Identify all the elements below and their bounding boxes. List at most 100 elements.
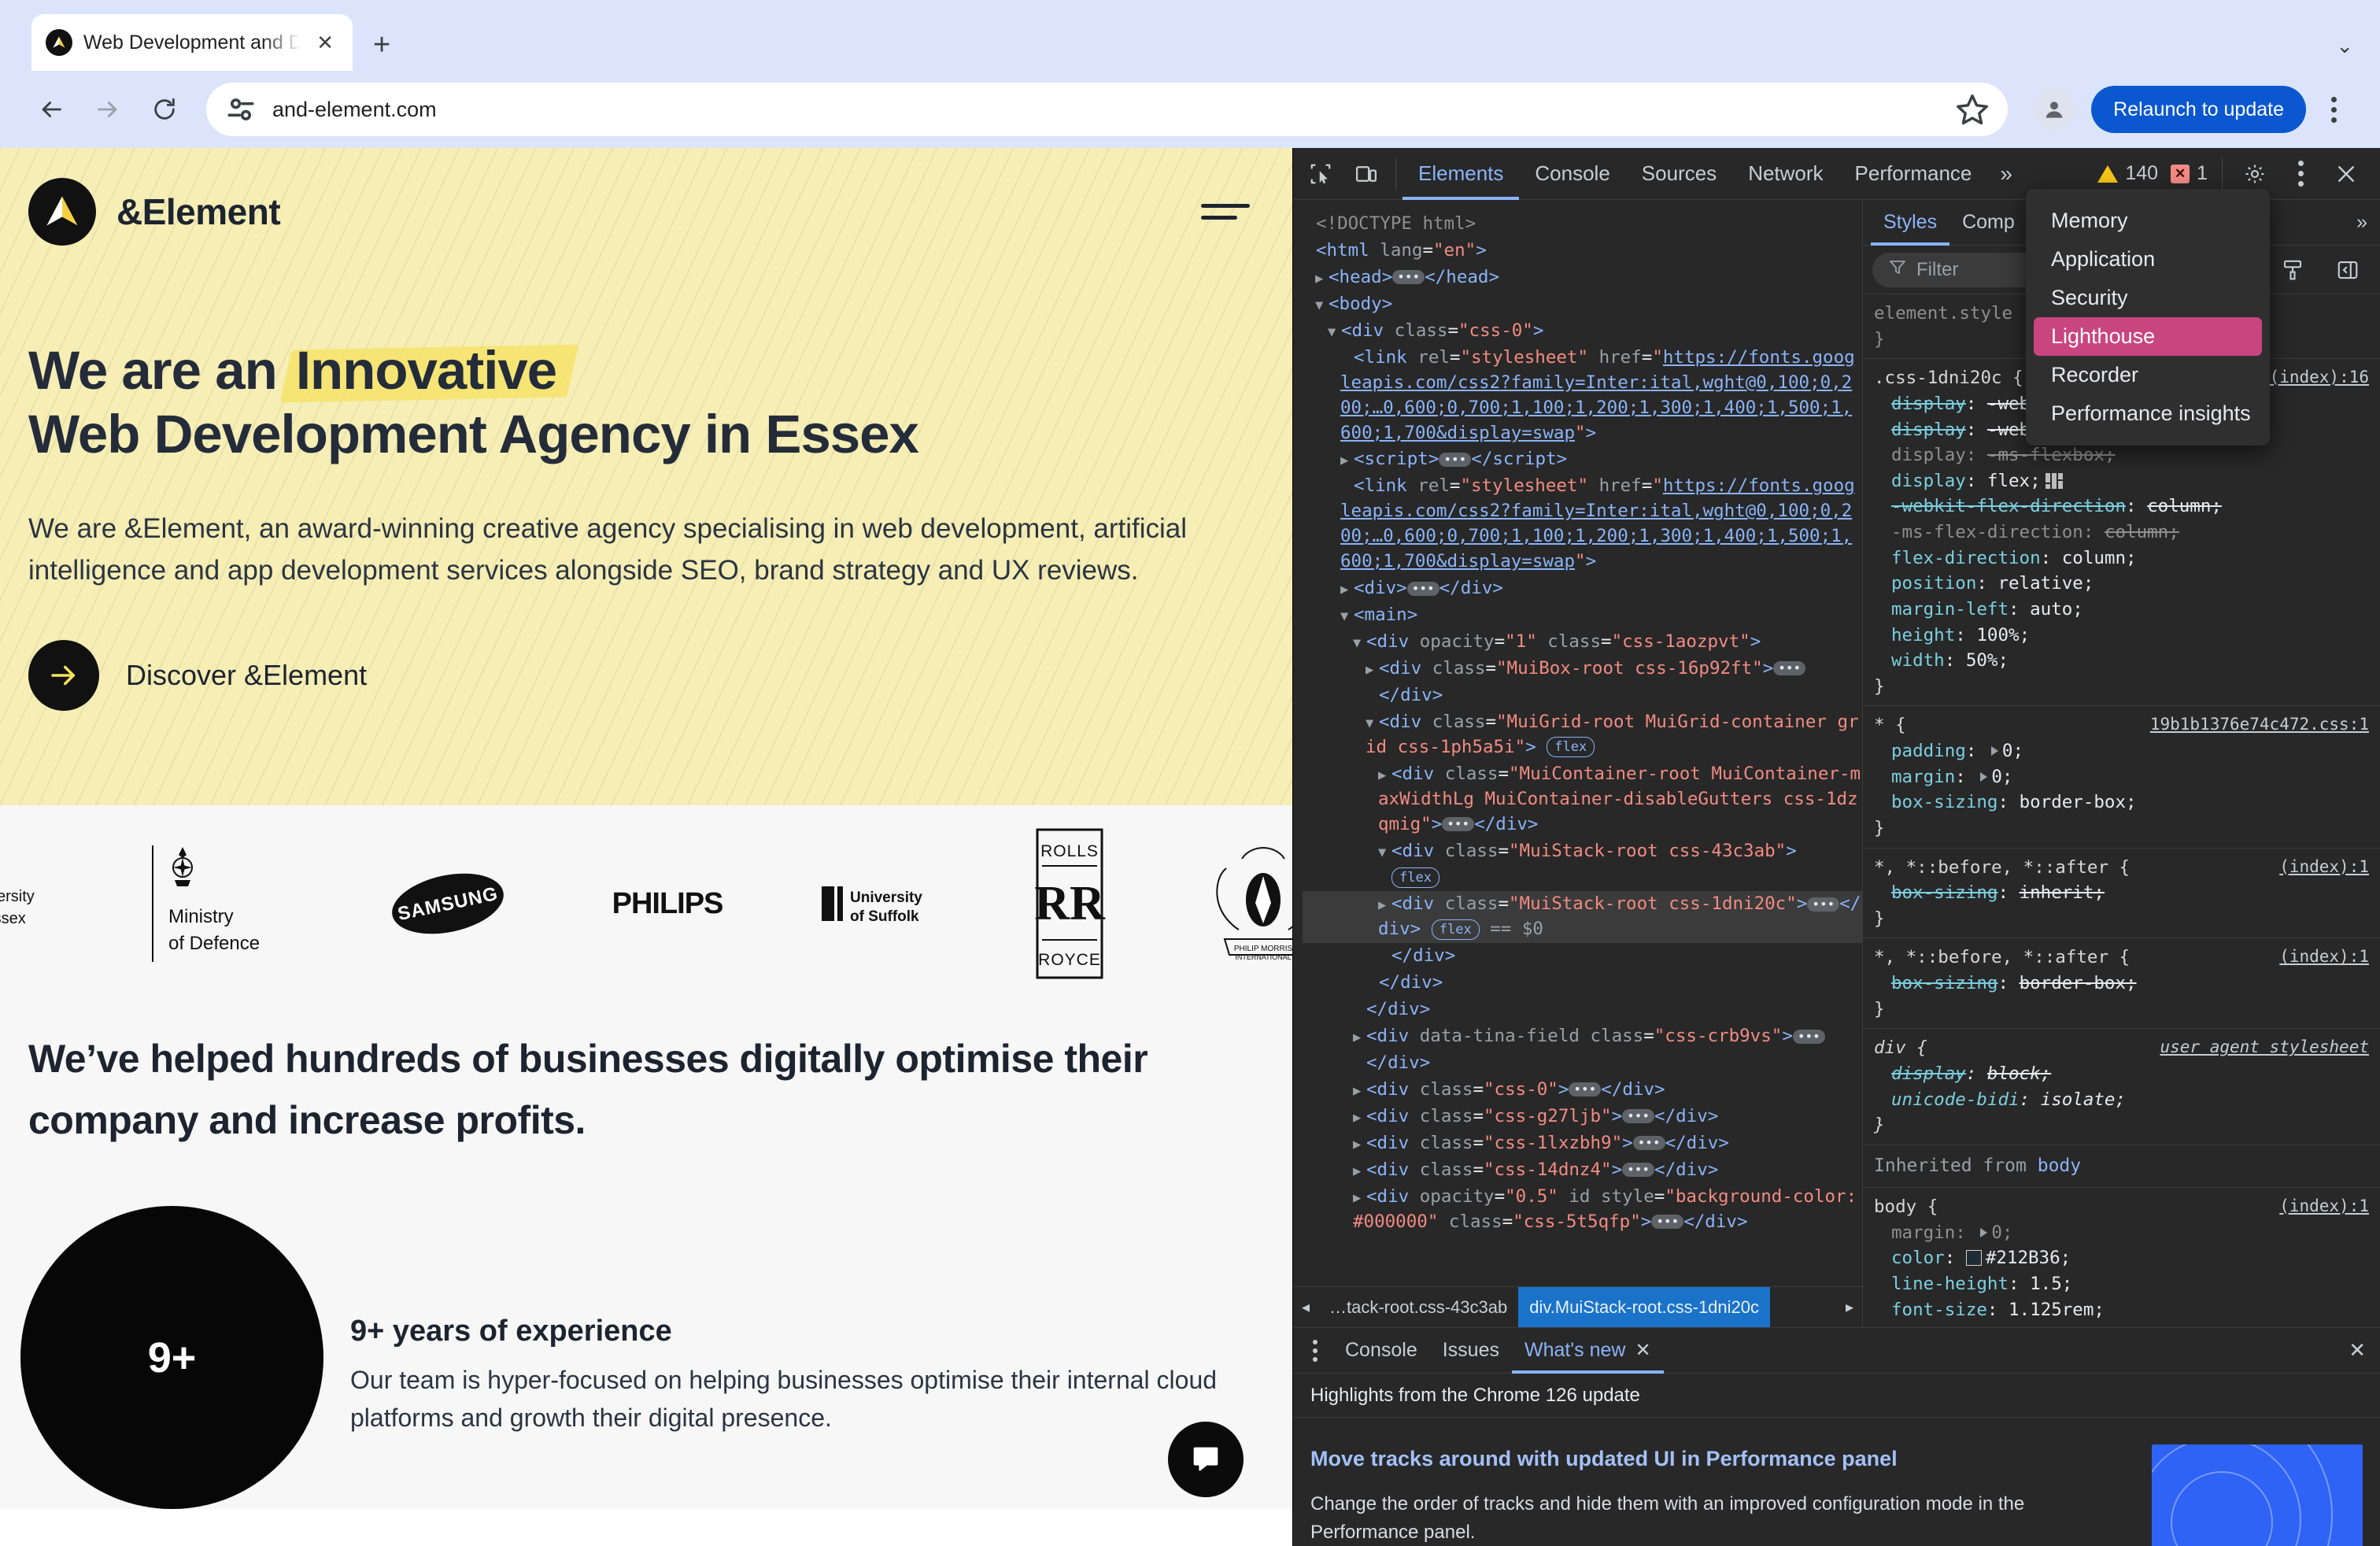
back-button[interactable] xyxy=(27,85,76,134)
whats-new-item-title[interactable]: Move tracks around with updated UI in Pe… xyxy=(1310,1444,2131,1473)
dom-node[interactable]: flex xyxy=(1303,864,1862,891)
css-declaration[interactable]: display: block; xyxy=(1874,1061,2369,1087)
toggle-sidebar-icon[interactable] xyxy=(2325,247,2371,293)
dom-node[interactable]: </div> xyxy=(1303,1050,1862,1077)
drawer-more-icon[interactable] xyxy=(1298,1328,1332,1374)
dom-node[interactable]: </div> xyxy=(1303,682,1862,709)
css-rule[interactable]: body {(index):1 margin: 0; color: #212B36;… xyxy=(1863,1188,2380,1327)
dom-node[interactable]: ▶ <div class="css-0"> ••• </div> xyxy=(1303,1077,1862,1104)
css-declaration[interactable]: box-sizing: border-box; xyxy=(1874,971,2369,997)
drawer-tab-issues[interactable]: Issues xyxy=(1430,1328,1512,1374)
css-source-link[interactable]: user agent stylesheet xyxy=(2160,1035,2369,1059)
more-panels-chevron-icon[interactable]: » xyxy=(1987,161,2025,187)
devtools-tab-sources[interactable]: Sources xyxy=(1626,148,1732,200)
css-declaration[interactable]: box-sizing: inherit; xyxy=(1874,880,2369,906)
css-source-link[interactable]: (index):1 xyxy=(2279,945,2369,968)
dom-node[interactable]: ▼ <div opacity="1" class="css-1aozpvt"> xyxy=(1303,629,1862,656)
drawer-tab-console[interactable]: Console xyxy=(1332,1328,1430,1374)
css-source-link[interactable]: (index):1 xyxy=(2279,1194,2369,1218)
dom-node[interactable]: </div> xyxy=(1303,943,1862,970)
browser-tab[interactable]: Web Development and Digital ✕ xyxy=(31,14,353,71)
css-rule[interactable]: *, *::before, *::after {(index):1 box-siz… xyxy=(1863,849,2380,939)
site-settings-tune-icon[interactable] xyxy=(224,92,258,127)
forward-button[interactable] xyxy=(83,85,132,134)
address-bar[interactable]: and-element.com xyxy=(206,83,2009,136)
drawer-tab-close-icon[interactable]: ✕ xyxy=(1635,1339,1650,1362)
breadcrumb-next-icon[interactable]: ▸ xyxy=(1837,1287,1862,1327)
chat-bubble-icon[interactable] xyxy=(1168,1422,1244,1497)
styles-more-chevron-icon[interactable]: » xyxy=(2344,200,2380,246)
dom-node[interactable]: ▶ <div data-tina-field class="css-crb9vs"… xyxy=(1303,1023,1862,1050)
devtools-tab-elements[interactable]: Elements xyxy=(1402,148,1519,200)
dom-node[interactable]: </div> xyxy=(1303,970,1862,997)
dom-node[interactable]: ▶ <div class="css-1lxzbh9"> ••• </div> xyxy=(1303,1130,1862,1157)
devtools-tab-console[interactable]: Console xyxy=(1519,148,1625,200)
url-text[interactable]: and-element.com xyxy=(272,98,1940,122)
new-tab-button[interactable]: + xyxy=(373,30,390,60)
inspect-element-icon[interactable] xyxy=(1298,151,1343,197)
dom-node[interactable]: ▶ <script> ••• </script> xyxy=(1303,446,1862,473)
tab-close-icon[interactable]: ✕ xyxy=(312,29,338,56)
css-declaration[interactable]: margin: 0; xyxy=(1874,1220,2369,1246)
dom-node[interactable]: ▶ <div class="MuiBox-root css-16p92ft"> ••… xyxy=(1303,656,1862,682)
css-declaration[interactable]: box-sizing: border-box; xyxy=(1874,790,2369,816)
breadcrumb-item[interactable]: div.MuiStack-root.css-1dni20c xyxy=(1518,1287,1771,1327)
styles-tab-comp[interactable]: Comp xyxy=(1949,200,2027,246)
warnings-badge[interactable]: 140 xyxy=(2093,162,2163,185)
dom-node[interactable]: ▶ <div class="MuiStack-root css-1dni20c">… xyxy=(1303,891,1862,944)
paint-icon[interactable] xyxy=(2270,247,2315,293)
dom-node[interactable]: <html lang="en"> xyxy=(1303,238,1862,264)
bookmark-star-icon[interactable] xyxy=(1954,91,1990,128)
discover-cta-button[interactable]: Discover &Element xyxy=(28,640,1264,712)
dom-tree[interactable]: <!DOCTYPE html> <html lang="en"> ▶ <head> ••… xyxy=(1293,200,1862,1286)
whats-new-thumbnail[interactable]: new xyxy=(2152,1444,2363,1546)
css-rule[interactable]: *, *::before, *::after {(index):1 box-siz… xyxy=(1863,938,2380,1030)
device-toolbar-icon[interactable] xyxy=(1343,151,1389,197)
dom-node[interactable]: <!DOCTYPE html> xyxy=(1303,211,1862,238)
devtools-close-icon[interactable] xyxy=(2323,151,2369,197)
more-panels-dropdown[interactable]: Memory Application Security Lighthouse Recor… xyxy=(2026,189,2270,446)
dom-node[interactable]: ▼ <div class="MuiStack-root css-43c3ab"> xyxy=(1303,838,1862,865)
dom-node[interactable]: ▶ <div class="css-14dnz4"> ••• </div> xyxy=(1303,1157,1862,1184)
css-declaration[interactable]: -webkit-flex-direction: column; xyxy=(1874,494,2369,520)
css-source-link[interactable]: 19b1b1376e74c472.css:1 xyxy=(2150,712,2369,736)
breadcrumb-prev-icon[interactable]: ◂ xyxy=(1293,1287,1318,1327)
css-declaration[interactable]: display: flex; xyxy=(1874,468,2369,494)
drawer-close-icon[interactable]: ✕ xyxy=(2349,1338,2380,1363)
drawer-tab-whatsnew[interactable]: What's new ✕ xyxy=(1512,1328,1664,1374)
reload-button[interactable] xyxy=(140,85,189,134)
dom-node[interactable]: ▶ <div class="css-g27ljb"> ••• </div> xyxy=(1303,1104,1862,1130)
site-logo[interactable]: &Element xyxy=(28,178,281,246)
chrome-menu-icon[interactable] xyxy=(2314,86,2353,133)
dom-node[interactable]: ▼ <body> xyxy=(1303,291,1862,318)
dom-node[interactable]: ▶ <div> ••• </div> xyxy=(1303,575,1862,602)
css-declaration[interactable]: height: 100%; xyxy=(1874,623,2369,649)
styles-rules-list[interactable]: element.style} .css-1dni20c {(index):16 di… xyxy=(1863,294,2380,1327)
css-declaration[interactable]: line-height: 1.5; xyxy=(1874,1271,2369,1297)
dropdown-item-application[interactable]: Application xyxy=(2034,240,2262,279)
css-declaration[interactable]: flex-direction: column; xyxy=(1874,546,2369,571)
relaunch-to-update-button[interactable]: Relaunch to update xyxy=(2091,86,2306,133)
hamburger-icon[interactable] xyxy=(1201,204,1250,220)
styles-tab-styles[interactable]: Styles xyxy=(1871,200,1949,246)
errors-badge[interactable]: ✕ 1 xyxy=(2166,162,2212,185)
css-declaration[interactable]: color: #212B36; xyxy=(1874,1245,2369,1271)
dropdown-item-security[interactable]: Security xyxy=(2034,279,2262,317)
profile-avatar-icon[interactable] xyxy=(2033,88,2076,131)
css-rule[interactable]: div {user agent stylesheet display: block… xyxy=(1863,1029,2380,1145)
devtools-tab-network[interactable]: Network xyxy=(1732,148,1839,200)
css-declaration[interactable]: font-family: 'F37Ginger', 'Helvetica',; xyxy=(1874,1322,2369,1327)
css-source-link[interactable]: (index):16 xyxy=(2270,365,2369,389)
css-source-link[interactable]: (index):1 xyxy=(2279,855,2369,878)
dom-node[interactable]: <link rel="stylesheet" href="https://fon… xyxy=(1303,345,1862,447)
dom-node[interactable]: <link rel="stylesheet" href="https://fon… xyxy=(1303,473,1862,575)
breadcrumb-item[interactable]: …tack-root.css-43c3ab xyxy=(1318,1287,1518,1327)
inherited-source[interactable]: body xyxy=(2038,1156,2081,1176)
tab-search-chevron-icon[interactable]: ⌄ xyxy=(2336,34,2353,58)
dom-node[interactable]: ▼ <div class="css-0"> xyxy=(1303,318,1862,345)
css-declaration[interactable]: position: relative; xyxy=(1874,571,2369,597)
css-declaration[interactable]: margin-left: auto; xyxy=(1874,597,2369,623)
css-rule[interactable]: * {19b1b1376e74c472.css:1 padding: 0; marg… xyxy=(1863,706,2380,849)
css-declaration[interactable]: padding: 0; xyxy=(1874,738,2369,764)
dom-node[interactable]: ▶ <div class="MuiContainer-root MuiContai… xyxy=(1303,761,1862,838)
